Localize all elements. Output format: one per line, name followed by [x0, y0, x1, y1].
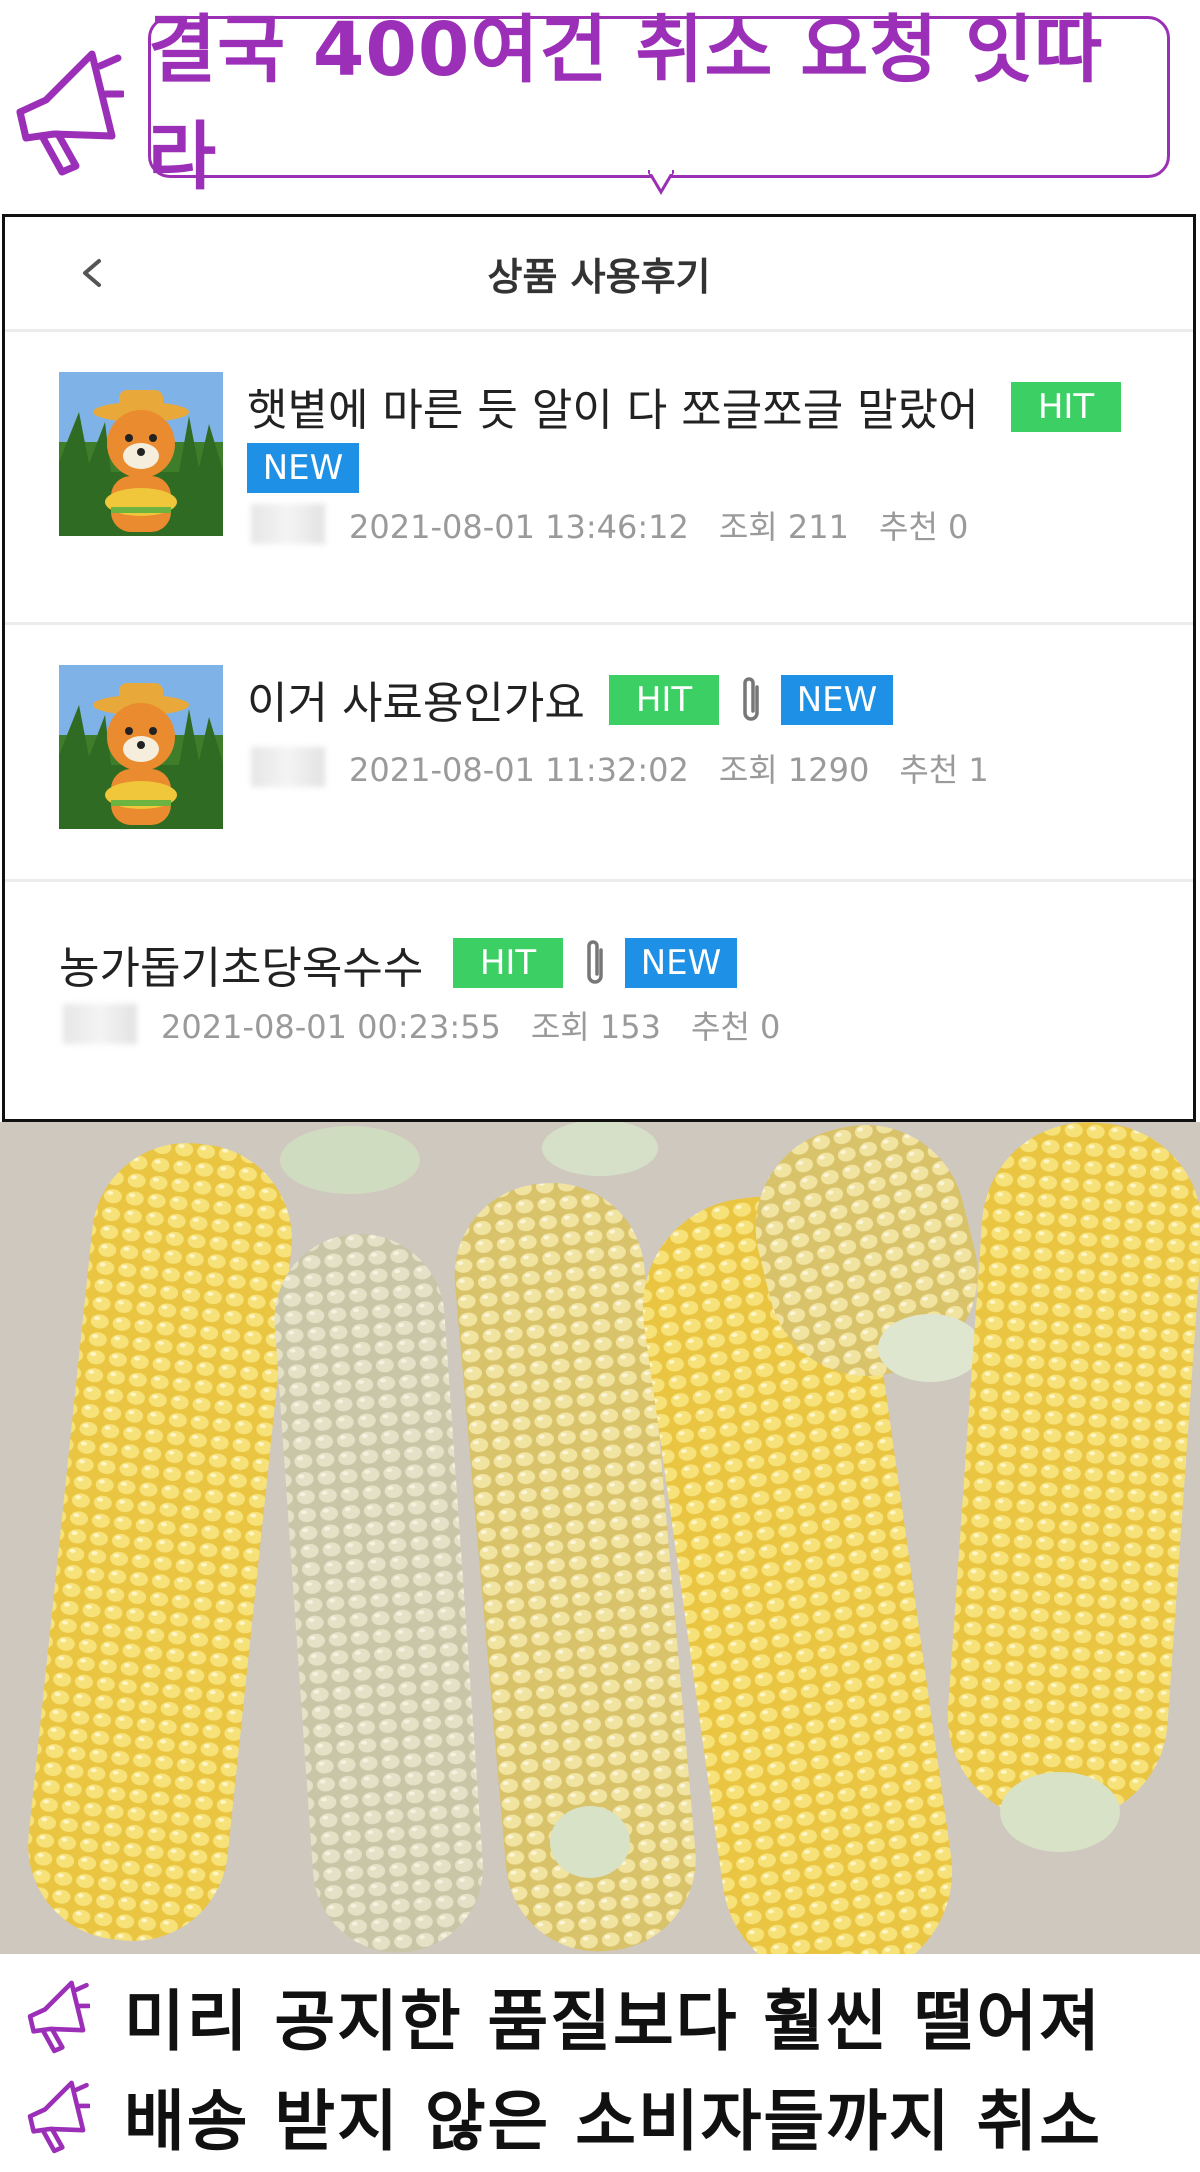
hit-badge: HIT — [1011, 382, 1121, 432]
new-badge: NEW — [247, 443, 359, 493]
post-date: 2021-08-01 13:46:12 — [349, 508, 689, 546]
new-badge: NEW — [781, 675, 893, 725]
hit-badge: HIT — [453, 938, 563, 988]
view-count: 조회 153 — [530, 1008, 661, 1046]
list-item[interactable]: 농가돕기초당옥수수 HIT NEW 2021-08-01 00:23:55 조회 … — [5, 882, 1193, 1119]
page-title: 상품 사용후기 — [487, 254, 711, 299]
headline-text: 결국 400여건 취소 요청 잇따라 — [148, 7, 1104, 200]
megaphone-icon — [27, 1980, 90, 2054]
avatar — [59, 665, 223, 829]
hit-badge: HIT — [609, 675, 719, 725]
caption-row: 미리 공지한 품질보다 훨씬 떨어져 — [0, 1960, 1200, 2060]
post-meta: 2021-08-01 13:46:12 조회 211 추천 0 — [349, 502, 998, 548]
list-item[interactable]: 이거 사료용인가요 HIT NEW 2021-08-01 11:32:02 조회 … — [5, 625, 1193, 879]
new-badge: NEW — [625, 938, 737, 988]
panel-header: 상품 사용후기 — [5, 217, 1193, 329]
megaphone-icon — [27, 2080, 90, 2154]
view-count: 조회 211 — [718, 508, 849, 546]
caption-row: 배송 받지 않은 소비자들까지 취소 — [0, 2064, 1200, 2164]
post-title[interactable]: 이거 사료용인가요 — [247, 667, 585, 731]
post-title[interactable]: 농가돕기초당옥수수 — [59, 932, 423, 996]
post-title[interactable]: 햇볕에 마른 듯 알이 다 쪼글쪼글 말랐어 — [247, 374, 979, 438]
list-item[interactable]: 햇볕에 마른 듯 알이 다 쪼글쪼글 말랐어 HIT NEW 2021-08-0… — [5, 332, 1193, 622]
paperclip-icon — [587, 940, 603, 984]
paperclip-icon — [743, 677, 759, 721]
recommend-count: 추천 0 — [879, 508, 969, 546]
caption-text: 배송 받지 않은 소비자들까지 취소 — [124, 2083, 1102, 2160]
author-name-blurred — [63, 1004, 137, 1044]
author-name-blurred — [251, 504, 325, 544]
recommend-count: 추천 1 — [899, 751, 989, 789]
view-count: 조회 1290 — [718, 751, 870, 789]
post-date: 2021-08-01 11:32:02 — [349, 751, 689, 789]
avatar — [59, 372, 223, 536]
megaphone-icon — [16, 50, 124, 176]
review-panel: 상품 사용후기 햇볕에 마른 듯 알이 다 쪼글쪼글 말랐어 HIT NEW 2… — [2, 214, 1196, 1122]
post-meta: 2021-08-01 00:23:55 조회 153 추천 0 — [161, 1002, 810, 1048]
caption-text: 미리 공지한 품질보다 훨씬 떨어져 — [124, 1983, 1102, 2060]
recommend-count: 추천 0 — [691, 1008, 781, 1046]
author-name-blurred — [251, 747, 325, 787]
corn-photo — [0, 1122, 1200, 1954]
post-meta: 2021-08-01 11:32:02 조회 1290 추천 1 — [349, 745, 1019, 791]
post-date: 2021-08-01 00:23:55 — [161, 1008, 501, 1046]
